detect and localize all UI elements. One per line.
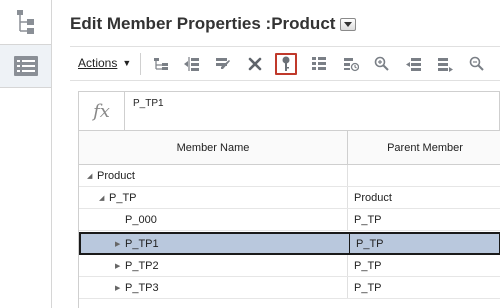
table-row[interactable]: ◢ Product — [79, 165, 500, 187]
collapse-button[interactable] — [434, 53, 456, 75]
left-rail — [0, 0, 52, 308]
history-button[interactable] — [340, 53, 362, 75]
list-icon — [13, 56, 38, 76]
expand-button[interactable] — [403, 53, 425, 75]
member-name: Product — [97, 169, 135, 182]
parent-member: P_TP — [354, 281, 382, 294]
list-view-button[interactable] — [0, 44, 51, 88]
collapse-triangle-icon[interactable]: ◢ — [87, 172, 97, 180]
expand-triangle-icon[interactable]: ▶ — [115, 240, 125, 248]
toolbar-divider — [140, 53, 141, 75]
collapse-triangle-icon[interactable]: ◢ — [99, 194, 109, 202]
history-icon — [344, 58, 359, 72]
parent-member: P_TP — [354, 259, 382, 272]
chevron-down-icon — [344, 21, 353, 27]
table-row[interactable]: ▶ P_TP2 P_TP — [79, 255, 500, 277]
page-title: Edit Member Properties :Product — [70, 14, 336, 33]
member-name: P_TP2 — [125, 259, 159, 272]
search-icon — [469, 56, 484, 71]
zoom-in-button[interactable] — [371, 53, 393, 75]
add-sibling-button[interactable] — [181, 53, 203, 75]
caret-down-icon: ▼ — [122, 58, 132, 68]
member-name: P_TP1 — [125, 237, 159, 250]
table-row[interactable]: ▶P_000 P_TP — [79, 209, 500, 231]
hierarchy-view-button[interactable] — [0, 0, 51, 44]
move-member-icon — [154, 58, 168, 70]
member-name: P_TP3 — [125, 281, 159, 294]
member-name: P_TP — [109, 191, 137, 204]
edit-member-icon — [216, 58, 230, 69]
table-row[interactable]: ◢ P_TP Product — [79, 187, 500, 209]
toolbar: Actions ▼ — [70, 46, 500, 81]
view-icon — [312, 57, 326, 70]
member-name: P_000 — [125, 213, 157, 226]
formula-value[interactable]: P_TP1 — [133, 98, 164, 109]
parent-member — [349, 165, 500, 186]
collapse-icon — [438, 58, 453, 72]
title-row: Edit Member Properties :Product — [70, 12, 357, 36]
member-grid: Member Name Parent Member ◢ Product ◢ P_TP… — [78, 131, 500, 308]
hierarchy-icon — [16, 10, 34, 34]
fx-icon: fx — [79, 92, 125, 130]
move-member-button[interactable] — [150, 53, 172, 75]
table-row[interactable]: ▶ P_TP3 P_TP — [79, 277, 500, 299]
key-icon — [282, 56, 290, 71]
search-button[interactable] — [466, 53, 488, 75]
expand-triangle-icon[interactable]: ▶ — [115, 262, 125, 270]
actions-label: Actions — [78, 56, 118, 70]
column-header-parent-member[interactable]: Parent Member — [349, 131, 500, 165]
actions-menu[interactable]: Actions ▼ — [78, 56, 131, 70]
column-header-member-name[interactable]: Member Name — [79, 131, 348, 165]
parent-member: Product — [354, 191, 392, 204]
delete-button[interactable] — [244, 53, 266, 75]
key-button[interactable] — [275, 53, 297, 75]
delete-icon — [248, 57, 262, 71]
table-row-selected[interactable]: ▶ P_TP1 P_TP — [79, 232, 500, 255]
parent-member: P_TP — [354, 213, 382, 226]
expand-triangle-icon[interactable]: ▶ — [115, 284, 125, 292]
title-dropdown-button[interactable] — [340, 17, 357, 31]
add-sibling-icon — [184, 57, 199, 71]
view-button[interactable] — [308, 53, 330, 75]
grid-header: Member Name Parent Member — [79, 131, 500, 165]
zoom-in-icon — [374, 56, 389, 71]
formula-bar: fx P_TP1 — [78, 91, 500, 131]
edit-member-button[interactable] — [212, 53, 234, 75]
parent-member: P_TP — [356, 237, 384, 250]
expand-icon — [406, 58, 421, 71]
